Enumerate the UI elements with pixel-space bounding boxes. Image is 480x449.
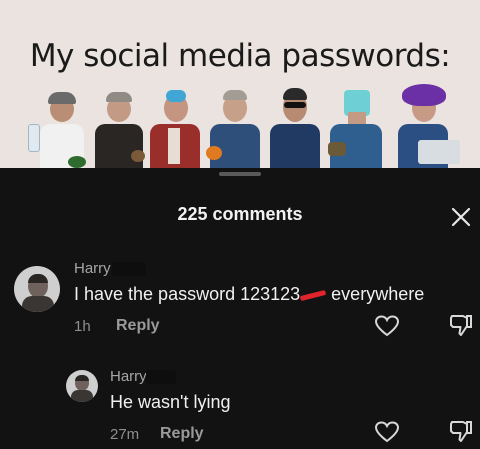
redaction-mark bbox=[299, 285, 327, 302]
comment-text: He wasn't lying bbox=[110, 392, 231, 412]
sheet-grab-handle[interactable] bbox=[219, 172, 261, 176]
close-icon[interactable] bbox=[448, 204, 474, 230]
comment-text-after: everywhere bbox=[326, 284, 425, 304]
figure-5 bbox=[270, 84, 320, 168]
dislike-icon[interactable] bbox=[448, 312, 474, 338]
heart-icon[interactable] bbox=[374, 420, 400, 444]
name-redaction bbox=[112, 262, 146, 276]
meme-image: My social media passwords: bbox=[0, 0, 480, 168]
figure-3 bbox=[150, 84, 200, 168]
figure-7 bbox=[394, 84, 460, 168]
comment-text: I have the password 123123 everywhere bbox=[74, 284, 424, 305]
avatar[interactable] bbox=[66, 370, 98, 402]
meme-figures bbox=[0, 84, 480, 168]
figure-1 bbox=[28, 84, 86, 168]
reply-button[interactable]: Reply bbox=[160, 425, 204, 443]
comment-timestamp: 1h bbox=[74, 318, 91, 335]
figure-2 bbox=[95, 84, 145, 168]
dislike-icon[interactable] bbox=[448, 418, 474, 444]
comments-count-title: 225 comments bbox=[177, 204, 303, 224]
heart-icon[interactable] bbox=[374, 314, 400, 338]
name-redaction bbox=[146, 370, 176, 384]
reply-button[interactable]: Reply bbox=[116, 317, 160, 335]
comment-timestamp: 27m bbox=[110, 426, 140, 443]
meme-title: My social media passwords: bbox=[29, 38, 451, 74]
figure-6 bbox=[328, 84, 382, 168]
avatar[interactable] bbox=[14, 266, 60, 312]
figure-4 bbox=[206, 84, 260, 168]
comment-text-main: I have the password 123123 bbox=[74, 284, 301, 304]
